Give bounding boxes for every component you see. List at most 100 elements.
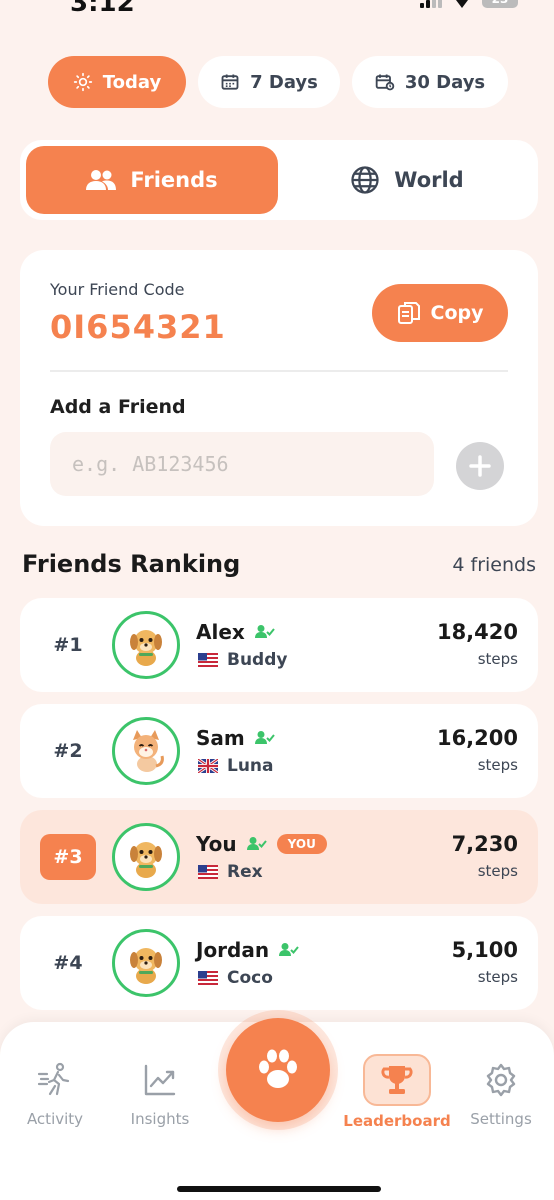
tab-friends-label: Friends: [130, 168, 218, 192]
steps-unit: steps: [477, 756, 518, 774]
friend-code-input[interactable]: [50, 432, 434, 496]
friend-name: Sam: [196, 726, 245, 750]
pet-name: Luna: [227, 756, 274, 776]
tab-world[interactable]: World: [282, 146, 532, 214]
avatar: [112, 611, 180, 679]
tab-7-days[interactable]: 7 Days: [198, 56, 340, 108]
you-badge: YOU: [276, 834, 327, 854]
nav-activity-label: Activity: [26, 1110, 84, 1128]
ranking-row[interactable]: #2 Sam Luna 16,200 steps: [20, 704, 538, 798]
name-line: Alex: [196, 620, 275, 644]
nav-insights-label: Insights: [130, 1110, 190, 1128]
copy-button[interactable]: Copy: [372, 284, 508, 342]
uk-flag-icon: [198, 759, 218, 773]
rank-number: #1: [53, 634, 83, 656]
ranking-row-current-user[interactable]: #3 You YOU Rex 7,230 steps: [20, 810, 538, 904]
friend-code-card: Your Friend Code 0I654321 Copy Add a Fri…: [20, 250, 538, 526]
ranking-row[interactable]: #1 Alex Buddy 18,420 steps: [20, 598, 538, 692]
tab-30-days[interactable]: 30 Days: [352, 56, 508, 108]
paw-action-button[interactable]: [226, 1018, 330, 1122]
copy-button-label: Copy: [430, 302, 484, 324]
steps-unit: steps: [477, 862, 518, 880]
card-divider: [50, 370, 508, 372]
home-indicator: [177, 1186, 381, 1192]
people-icon: [86, 170, 117, 190]
trophy-icon-wrap: [363, 1054, 431, 1106]
sun-icon: [73, 72, 92, 92]
add-friend-label: Add a Friend: [50, 396, 186, 418]
plus-icon: [469, 455, 491, 477]
ranking-row[interactable]: #4 Jordan Coco 5,100 steps: [20, 916, 538, 1010]
avatar: [112, 717, 180, 785]
globe-icon: [351, 166, 379, 194]
signal-icon: [420, 0, 442, 8]
dog-avatar-icon: [130, 842, 162, 878]
chart-trend-icon: [144, 1064, 176, 1096]
scope-toggle: Friends World: [20, 140, 538, 220]
verified-friend-icon: [246, 837, 267, 850]
status-icons: 23: [420, 0, 518, 8]
nav-leaderboard[interactable]: Leaderboard: [342, 1054, 452, 1130]
pet-name: Buddy: [227, 650, 288, 670]
pet-line: Buddy: [198, 650, 287, 670]
ranking-count: 4 friends: [452, 554, 536, 576]
tab-7-days-label: 7 Days: [250, 71, 318, 93]
trophy-icon: [381, 1066, 413, 1094]
steps-value: 18,420: [436, 620, 518, 644]
friend-code-value: 0I654321: [50, 308, 226, 346]
period-tabs: Today 7 Days 30 Days: [48, 56, 508, 108]
steps-value: 7,230: [451, 832, 518, 856]
pet-line: Luna: [198, 756, 274, 776]
nav-insights[interactable]: Insights: [115, 1062, 205, 1128]
friend-name: You: [196, 832, 237, 856]
name-line: Sam: [196, 726, 275, 750]
pet-line: Rex: [198, 862, 263, 882]
verified-friend-icon: [254, 731, 275, 744]
add-friend-button[interactable]: [456, 442, 504, 490]
cat-avatar-icon: [133, 730, 164, 772]
pet-line: Coco: [198, 968, 273, 988]
status-time: 3:12: [70, 0, 135, 18]
friend-name: Alex: [196, 620, 245, 644]
calendar-icon: [221, 74, 239, 90]
battery-icon: 23: [482, 0, 518, 8]
us-flag-icon: [198, 971, 218, 985]
tab-30-days-label: 30 Days: [404, 71, 486, 93]
pet-name: Rex: [227, 862, 263, 882]
pet-name: Coco: [227, 968, 273, 988]
verified-friend-icon: [254, 625, 275, 638]
tab-today-label: Today: [102, 71, 162, 93]
steps-value: 16,200: [436, 726, 518, 750]
steps-unit: steps: [477, 968, 518, 986]
calendar-clock-icon: [375, 74, 395, 91]
status-bar: 3:12 23: [0, 0, 554, 18]
dog-avatar-icon: [130, 948, 162, 984]
tab-friends[interactable]: Friends: [26, 146, 278, 214]
nav-settings-label: Settings: [470, 1110, 532, 1128]
wifi-icon: [456, 0, 468, 8]
ranking-title: Friends Ranking: [22, 550, 241, 578]
tab-world-label: World: [394, 168, 464, 192]
rank-number: #4: [53, 952, 83, 974]
name-line: Jordan: [196, 938, 299, 962]
rank-number: #3: [40, 834, 96, 880]
gear-icon: [486, 1063, 516, 1097]
verified-friend-icon: [279, 943, 299, 956]
steps-value: 5,100: [451, 938, 518, 962]
friend-code-label: Your Friend Code: [50, 280, 185, 299]
dog-avatar-icon: [130, 630, 162, 666]
nav-activity[interactable]: Activity: [10, 1062, 100, 1128]
rank-number: #2: [53, 740, 83, 762]
avatar: [112, 823, 180, 891]
us-flag-icon: [198, 865, 218, 879]
name-line: You YOU: [196, 832, 327, 856]
paw-icon: [259, 1049, 297, 1088]
nav-leaderboard-label: Leaderboard: [343, 1112, 451, 1130]
running-icon: [37, 1062, 70, 1096]
friend-name: Jordan: [196, 938, 270, 962]
nav-settings[interactable]: Settings: [456, 1062, 546, 1128]
steps-unit: steps: [477, 650, 518, 668]
avatar: [112, 929, 180, 997]
us-flag-icon: [198, 653, 218, 667]
tab-today[interactable]: Today: [48, 56, 186, 108]
